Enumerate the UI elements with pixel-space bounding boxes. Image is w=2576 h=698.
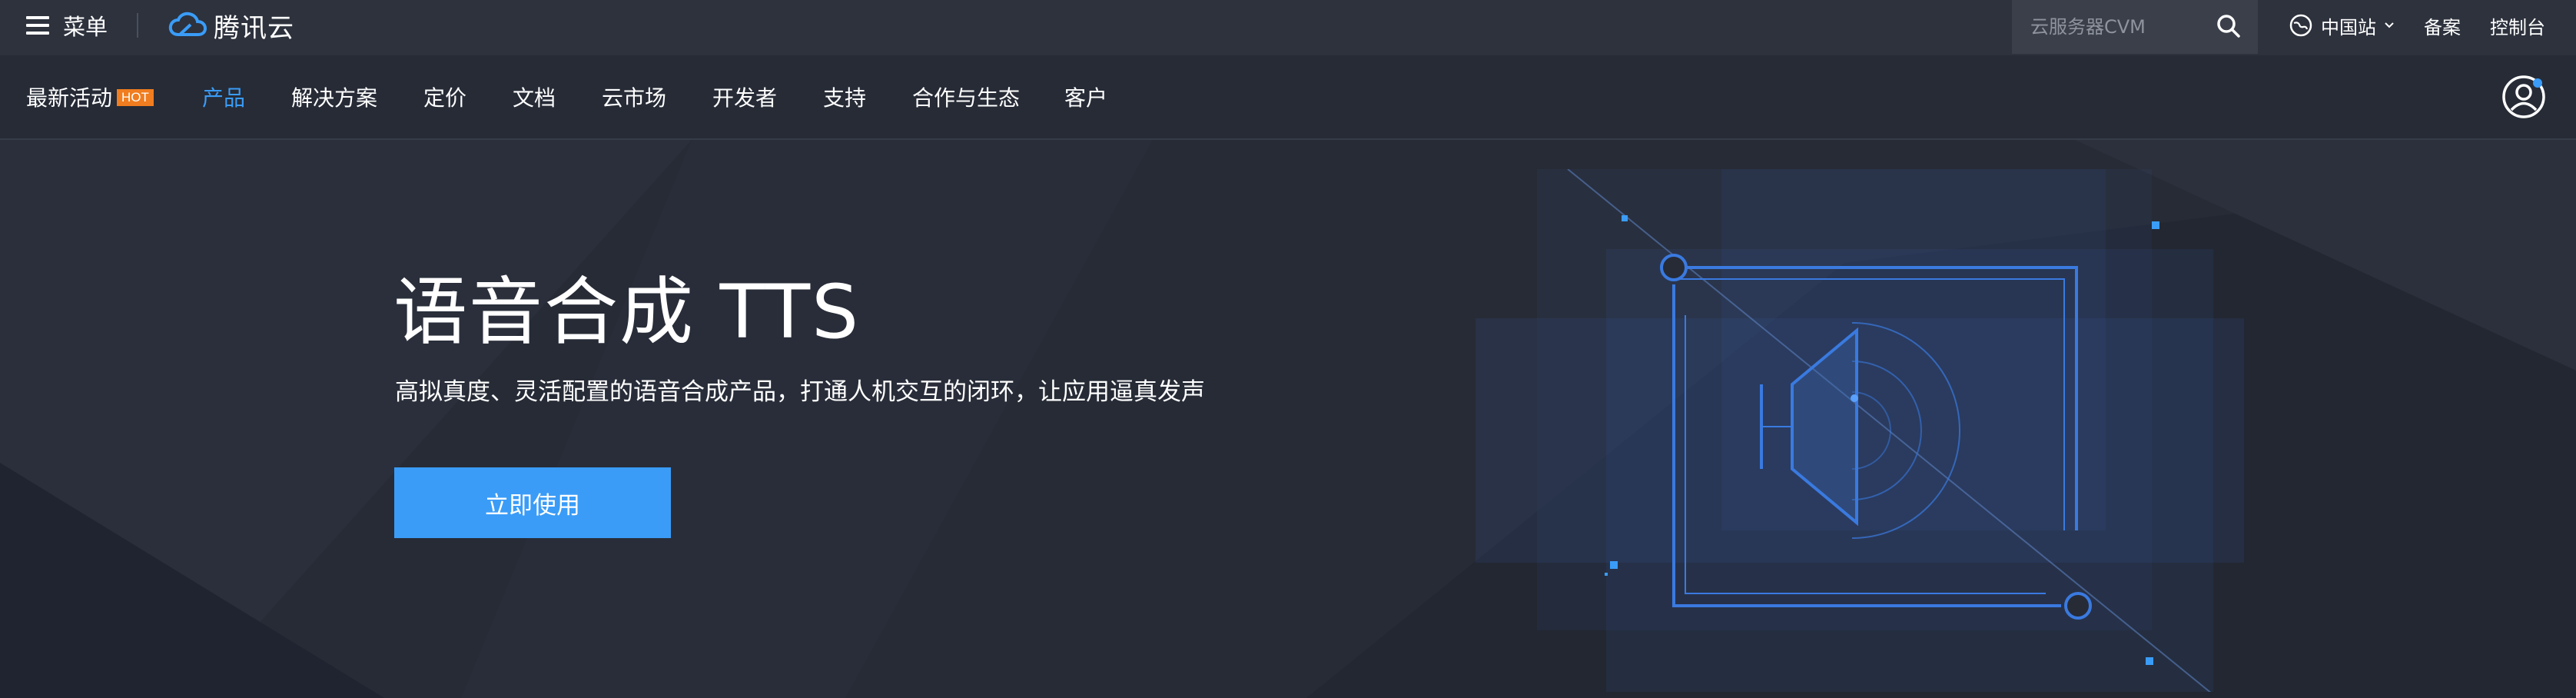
main-nav: 最新活动 HOT 产品 解决方案 定价 文档 云市场 开发者 支持 合作与生态 … xyxy=(0,55,2576,140)
nav-item-label: 云市场 xyxy=(602,85,667,111)
globe-icon xyxy=(2289,14,2312,37)
hero-title: 语音合成 TTS xyxy=(393,269,861,355)
hot-badge: HOT xyxy=(117,89,154,106)
menu-button[interactable]: 菜单 xyxy=(26,0,108,51)
menu-icon xyxy=(26,16,49,35)
divider xyxy=(137,13,138,38)
nav-item-label: 定价 xyxy=(423,85,467,111)
hero-banner: 语音合成 TTS 高拟真度、灵活配置的语音合成产品，打通人机交互的闭环，让应用逼… xyxy=(0,140,2576,698)
user-avatar-icon[interactable] xyxy=(2501,74,2547,120)
nav-item-customers[interactable]: 客户 xyxy=(1064,55,1107,138)
nav-item-pricing[interactable]: 定价 xyxy=(423,55,466,138)
nav-item-developers[interactable]: 开发者 xyxy=(712,55,777,138)
console-link[interactable]: 控制台 xyxy=(2490,0,2545,51)
beian-link[interactable]: 备案 xyxy=(2424,0,2461,51)
nav-item-support[interactable]: 支持 xyxy=(823,55,866,138)
nav-item-docs[interactable]: 文档 xyxy=(513,55,556,138)
nav-item-products[interactable]: 产品 xyxy=(202,55,245,138)
nav-item-solutions[interactable]: 解决方案 xyxy=(291,55,377,138)
nav-item-label: 合作与生态 xyxy=(912,85,1021,111)
menu-label: 菜单 xyxy=(63,14,108,40)
use-now-button[interactable]: 立即使用 xyxy=(394,467,671,538)
nav-item-latest-activity[interactable]: 最新活动 HOT xyxy=(26,55,154,138)
logo-text: 腾讯云 xyxy=(214,12,294,44)
tencent-cloud-logo-icon xyxy=(168,12,207,36)
nav-item-label: 客户 xyxy=(1064,85,1108,111)
tencent-cloud-logo[interactable]: 腾讯云 xyxy=(168,0,294,51)
nav-item-label: 文档 xyxy=(513,85,556,111)
region-label: 中国站 xyxy=(2321,16,2376,38)
speaker-illustration xyxy=(1476,169,2244,692)
nav-item-label: 解决方案 xyxy=(291,85,378,111)
region-selector[interactable]: 中国站 xyxy=(2289,0,2395,51)
hero-subtitle: 高拟真度、灵活配置的语音合成产品，打通人机交互的闭环，让应用逼真发声 xyxy=(395,378,1205,406)
nav-item-marketplace[interactable]: 云市场 xyxy=(602,55,666,138)
nav-item-partners[interactable]: 合作与生态 xyxy=(912,55,1020,138)
nav-item-label: 支持 xyxy=(823,85,867,111)
chevron-down-icon xyxy=(2385,22,2394,28)
nav-item-label: 产品 xyxy=(202,85,246,111)
search-box xyxy=(2012,0,2258,54)
top-bar: 菜单 腾讯云 中国站 备案 控制台 xyxy=(0,0,2576,55)
nav-item-label: 最新活动 xyxy=(26,85,113,111)
nav-item-label: 开发者 xyxy=(712,85,778,111)
search-input[interactable] xyxy=(2012,16,2212,38)
search-icon[interactable] xyxy=(2216,14,2241,38)
